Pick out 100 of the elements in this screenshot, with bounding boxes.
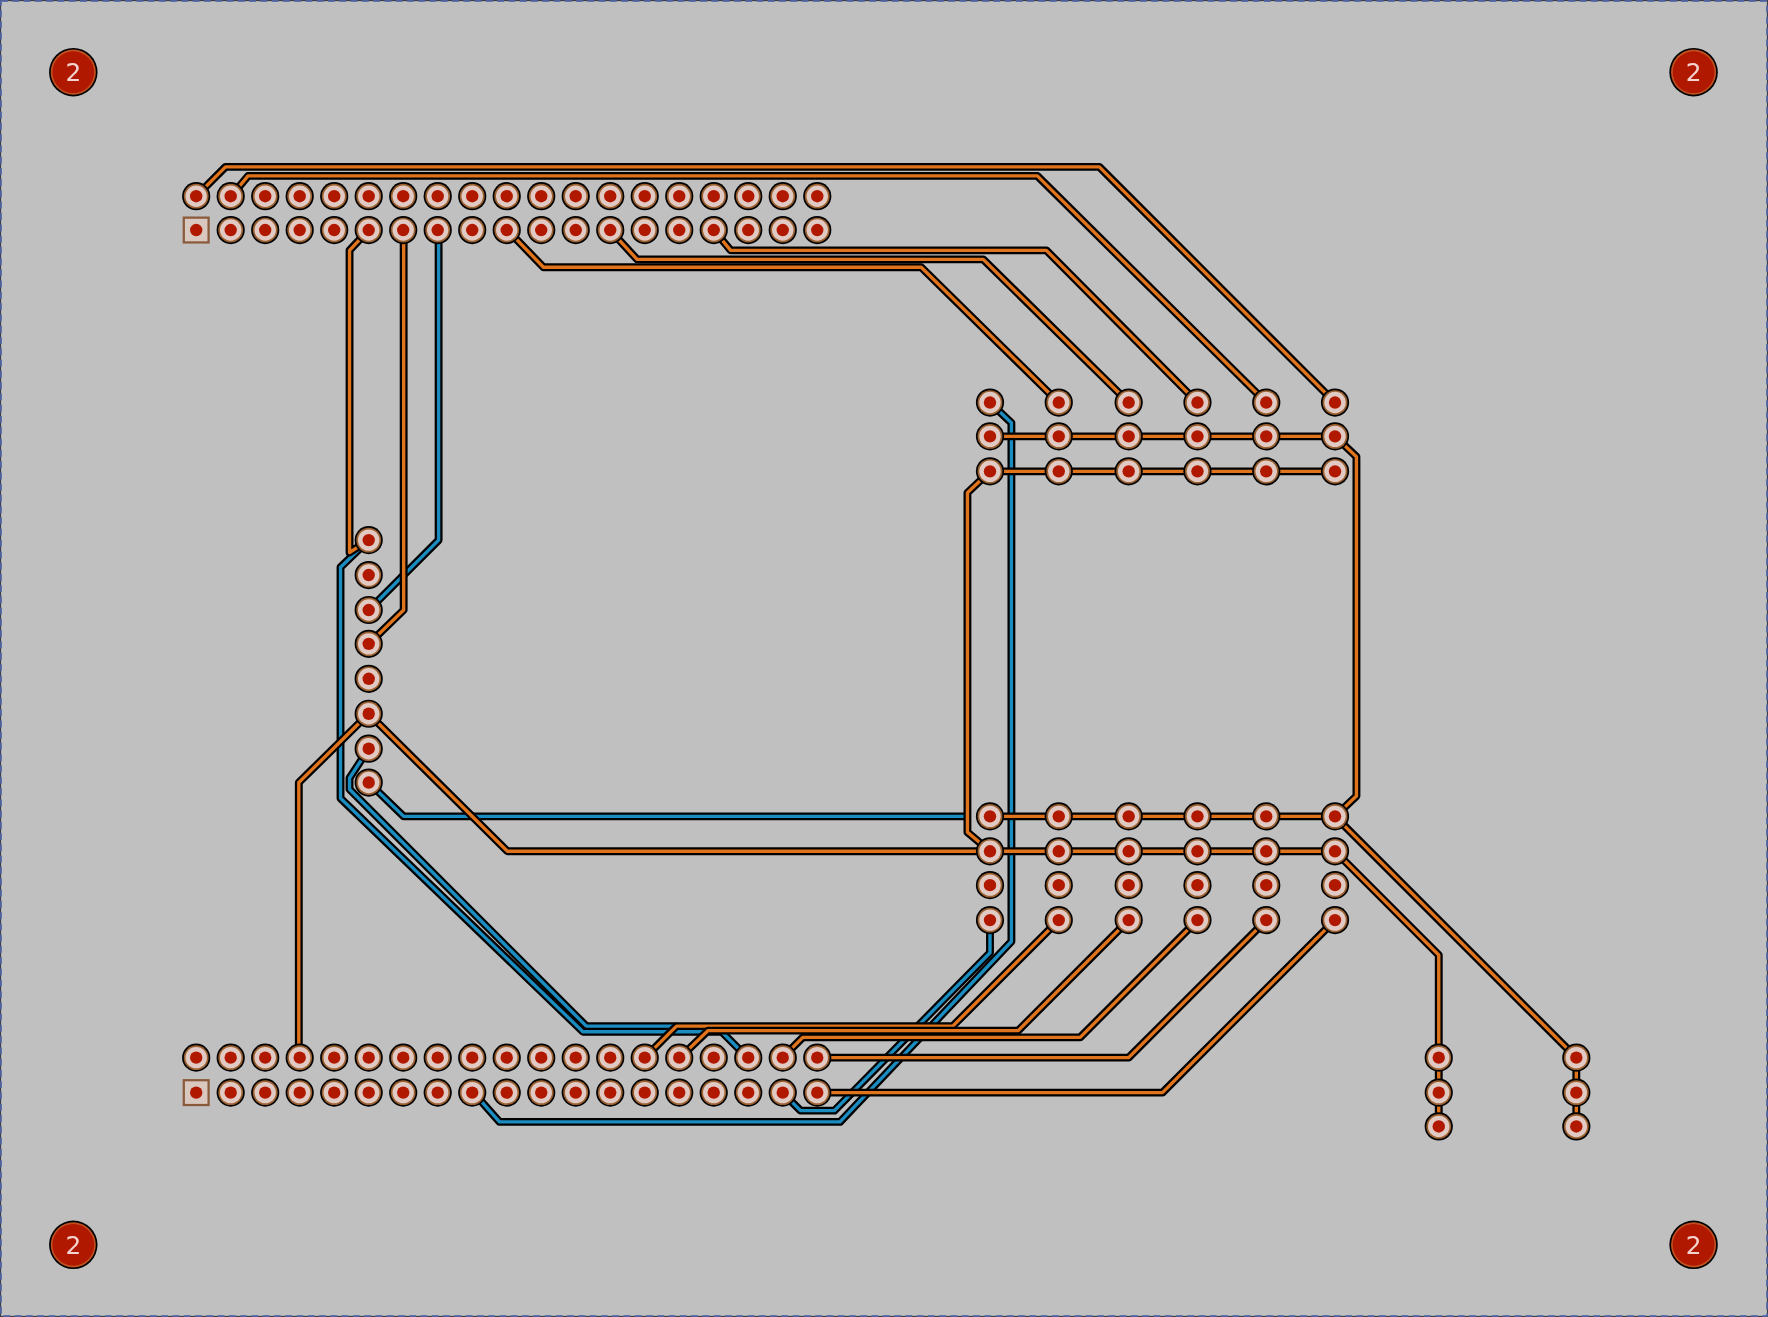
- pad: [699, 182, 728, 211]
- pad: [1320, 871, 1350, 900]
- pad: [1424, 1078, 1453, 1107]
- pad: [492, 1078, 521, 1107]
- pad: [285, 1043, 314, 1072]
- pad: [320, 182, 349, 211]
- pad: [803, 215, 832, 245]
- pad: [768, 182, 797, 211]
- pad: [285, 1078, 314, 1107]
- pad: [561, 182, 590, 211]
- pad: [596, 182, 625, 211]
- pad: [975, 388, 1005, 417]
- pad: [1320, 422, 1350, 451]
- pad: [1044, 871, 1073, 900]
- pad: [975, 906, 1005, 935]
- pad: [354, 1043, 383, 1072]
- pad: [768, 1043, 797, 1072]
- pad: [561, 215, 590, 245]
- pad: [1183, 457, 1212, 486]
- pad: [423, 215, 452, 245]
- pad: [1044, 802, 1073, 831]
- pad: [1252, 388, 1281, 417]
- pad: [768, 1078, 797, 1107]
- pad: [1320, 388, 1350, 417]
- pad: [665, 182, 694, 211]
- pad: [423, 1078, 452, 1107]
- pad: [803, 1043, 832, 1072]
- pad: [182, 1043, 211, 1072]
- pad: [734, 215, 763, 245]
- pad: [699, 1043, 728, 1072]
- pad: [1562, 1112, 1591, 1141]
- pad: [1114, 422, 1143, 451]
- pad: [354, 768, 383, 797]
- pad: [665, 1043, 694, 1072]
- pad: [492, 1043, 521, 1072]
- pad: [285, 182, 314, 211]
- pad: [630, 1078, 659, 1107]
- pad: [527, 1043, 556, 1072]
- pad: [354, 629, 383, 658]
- pad: [1114, 457, 1143, 486]
- pad: [1044, 388, 1073, 417]
- pad: [216, 182, 245, 211]
- pad: [251, 1043, 280, 1072]
- pad: [734, 182, 763, 211]
- pad: [320, 1043, 349, 1072]
- pad: [354, 664, 383, 693]
- pad: [423, 182, 452, 211]
- pad: [596, 1078, 625, 1107]
- hole-label: 2: [1685, 58, 1702, 88]
- pad: [354, 1078, 383, 1107]
- pad: [630, 215, 659, 245]
- pad: [423, 1043, 452, 1072]
- pad: [251, 1078, 280, 1107]
- pad: [1252, 422, 1281, 451]
- pad: [389, 1078, 418, 1107]
- pad: [1114, 871, 1143, 900]
- pad: [216, 215, 245, 245]
- pad: [768, 215, 797, 245]
- pad: [803, 1078, 832, 1107]
- pad: [1562, 1078, 1591, 1107]
- pad: [1252, 871, 1281, 900]
- pad: [458, 182, 487, 211]
- pad: [458, 1078, 487, 1107]
- pad: [354, 215, 383, 245]
- pad: [458, 215, 487, 245]
- pad: [1044, 906, 1073, 935]
- pad: [1252, 906, 1281, 935]
- pad: [1562, 1043, 1591, 1072]
- pad: [1320, 906, 1350, 935]
- hole-label: 2: [65, 1230, 82, 1260]
- pad: [1183, 837, 1212, 866]
- pad: [285, 215, 314, 245]
- pad: [1114, 837, 1143, 866]
- pad: [1114, 388, 1143, 417]
- pad: [320, 215, 349, 245]
- pad: [734, 1078, 763, 1107]
- pad: [975, 871, 1005, 900]
- pad: [561, 1043, 590, 1072]
- pad: [389, 1043, 418, 1072]
- pad: [320, 1078, 349, 1107]
- pad: [1044, 457, 1073, 486]
- pad: [354, 182, 383, 211]
- pad: [354, 560, 383, 590]
- pad: [975, 422, 1005, 451]
- pad: [699, 215, 728, 245]
- pad: [665, 1078, 694, 1107]
- pad: [630, 1043, 659, 1072]
- pad: [1183, 802, 1212, 831]
- pad: [1252, 457, 1281, 486]
- pad: [1183, 388, 1212, 417]
- pad: [803, 182, 832, 211]
- pad: [182, 1079, 210, 1107]
- pad: [1424, 1043, 1453, 1072]
- pad: [1252, 802, 1281, 831]
- hole-label: 2: [1685, 1230, 1702, 1260]
- pad: [665, 215, 694, 245]
- pad: [389, 182, 418, 211]
- pad: [975, 457, 1005, 486]
- hole-label: 2: [65, 58, 82, 88]
- pad: [527, 1078, 556, 1107]
